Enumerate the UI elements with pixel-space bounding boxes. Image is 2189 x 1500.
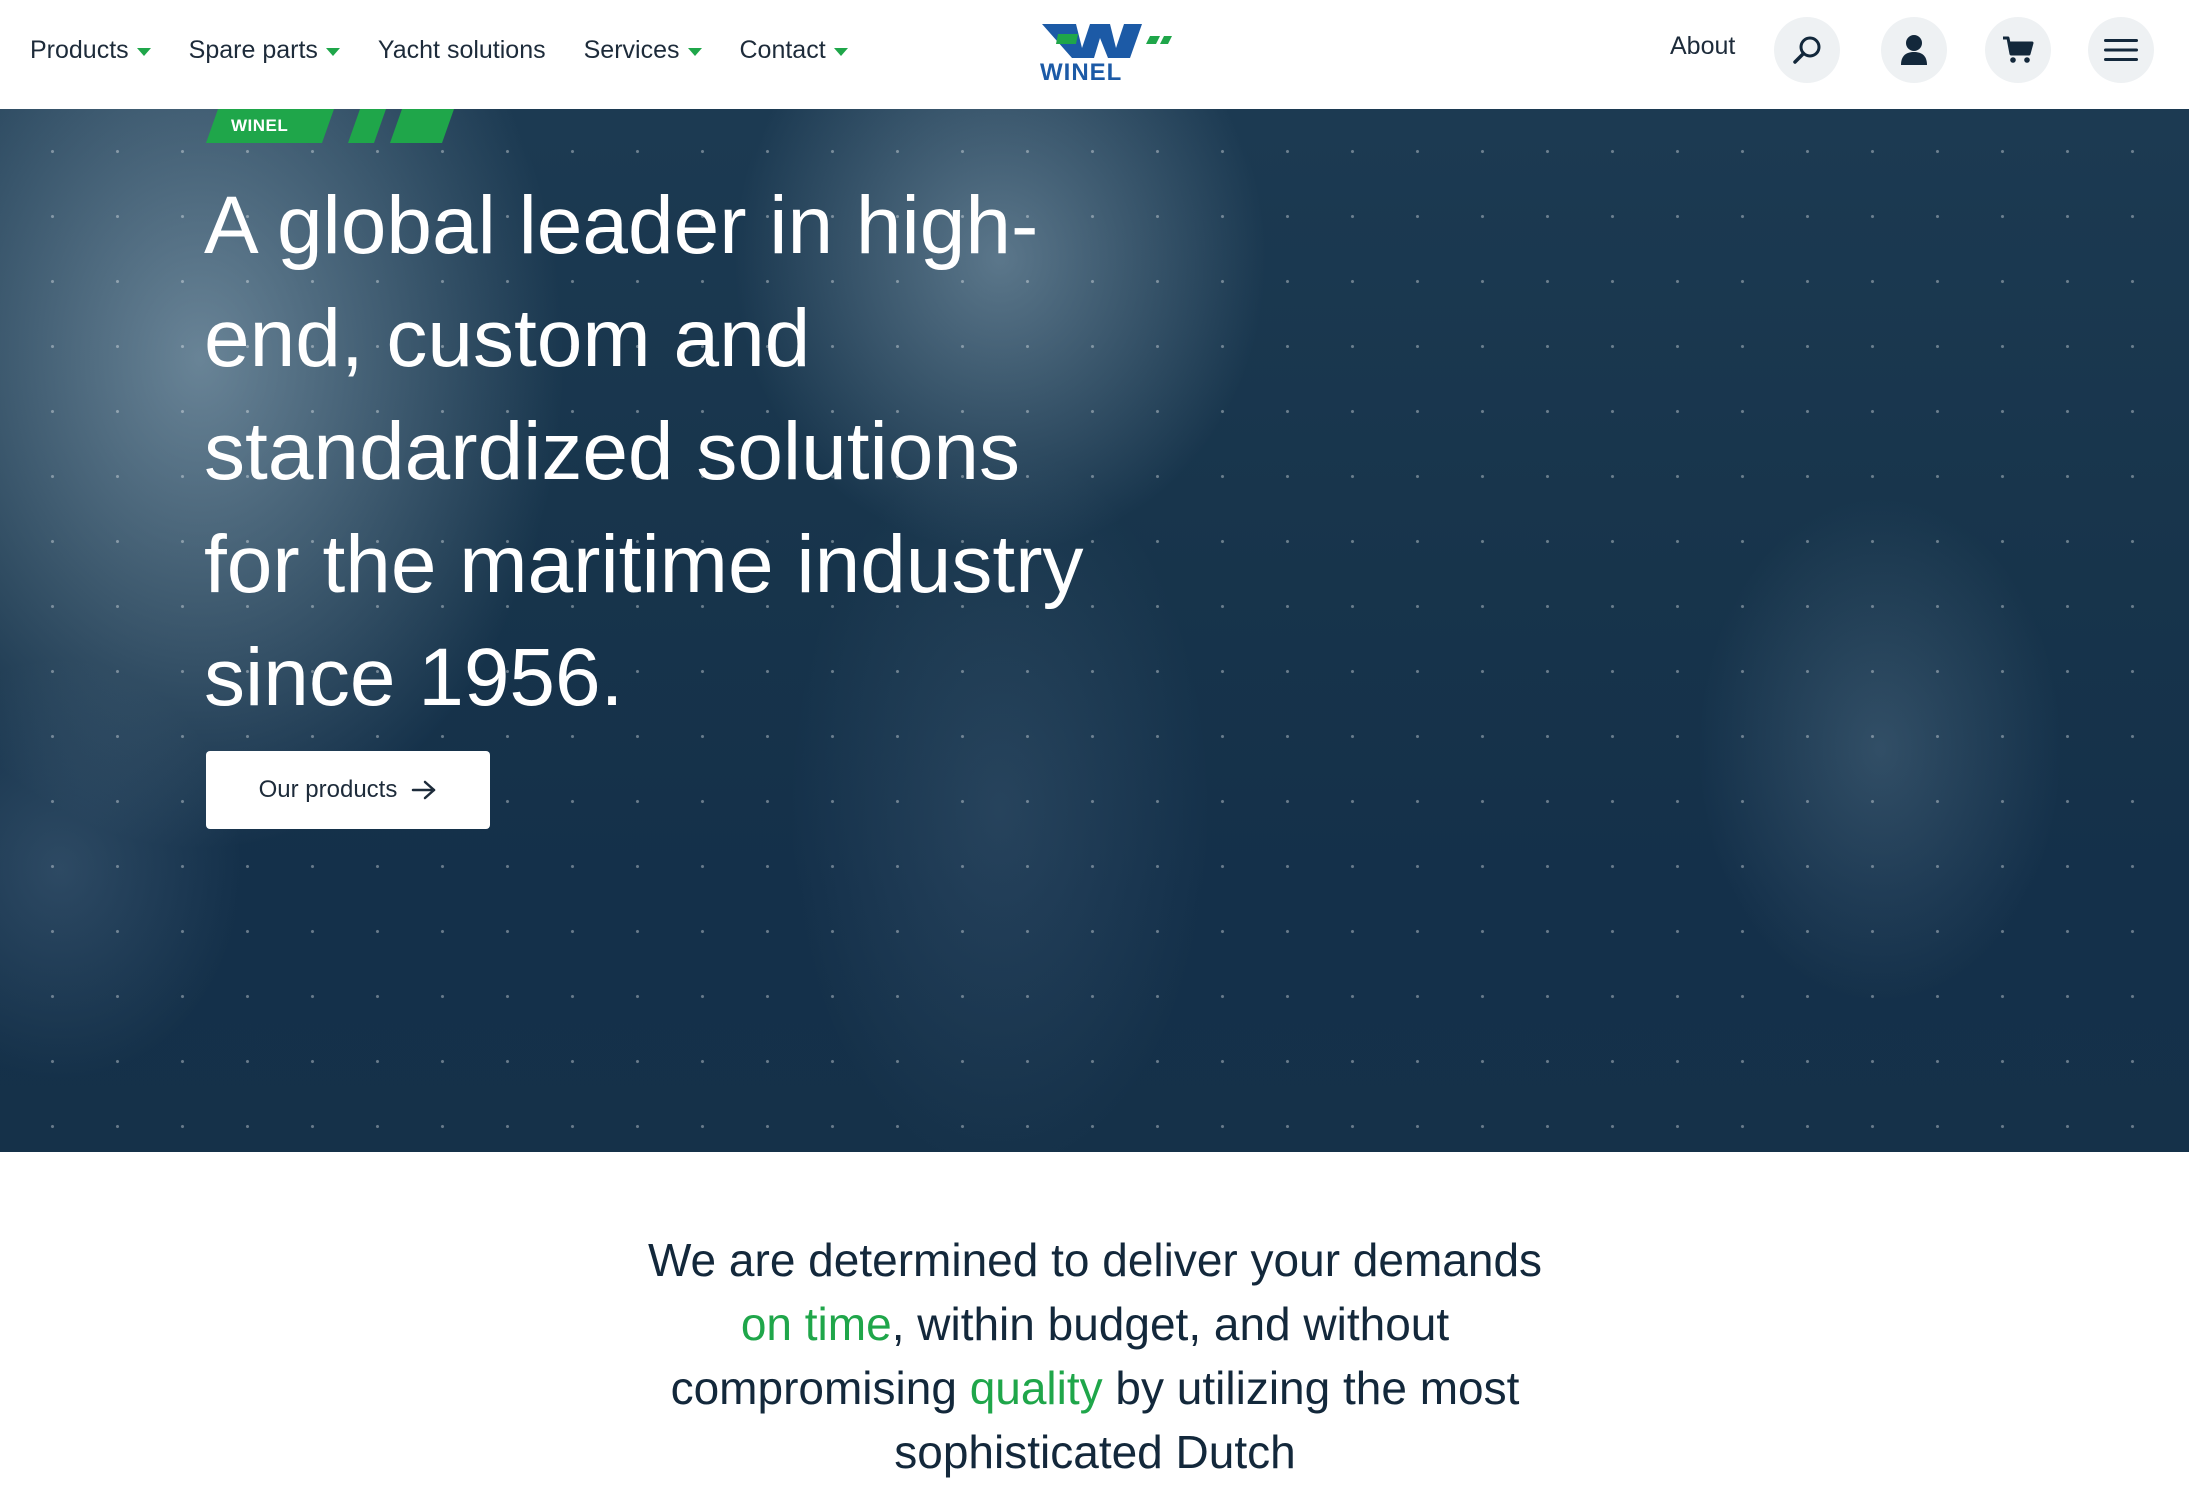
nav-item-label: Spare parts (188, 36, 318, 64)
user-icon (1901, 35, 1927, 65)
nav-item-spare-parts[interactable]: Spare parts (189, 36, 340, 65)
statement-highlight-quality: quality (969, 1362, 1103, 1414)
brand-tag-label: WINEL (231, 116, 289, 135)
arrow-right-icon (412, 780, 436, 800)
cart-button[interactable] (1985, 17, 2051, 83)
caret-down-icon (833, 47, 848, 56)
site-header: Products Spare parts Yacht solutions Ser… (0, 0, 2189, 109)
search-button[interactable] (1774, 17, 1840, 83)
nav-item-label: Services (583, 36, 680, 64)
hero-section: WINEL A global leader in high-end, custo… (0, 109, 2189, 1152)
hero-title: A global leader in high-end, custom and … (204, 180, 1084, 723)
nav-item-about[interactable]: About (1670, 32, 1735, 61)
menu-icon (2104, 39, 2138, 61)
statement-text: We are determined to deliver your demand… (647, 1234, 1543, 1286)
nav-item-contact[interactable]: Contact (740, 36, 848, 65)
nav-item-products[interactable]: Products (30, 36, 151, 65)
account-button[interactable] (1881, 17, 1947, 83)
our-products-button[interactable]: Our products (206, 751, 490, 829)
menu-button[interactable] (2088, 17, 2154, 83)
caret-down-icon (136, 47, 151, 56)
main-nav: Products Spare parts Yacht solutions Ser… (30, 0, 886, 101)
statement-highlight-on-time: on time (740, 1298, 892, 1350)
caret-down-icon (687, 47, 702, 56)
nav-item-label: Contact (739, 36, 826, 64)
nav-item-label: Yacht solutions (377, 36, 546, 64)
nav-item-services[interactable]: Services (584, 36, 702, 65)
search-icon (1793, 36, 1821, 64)
logo-text: WINEL (1040, 59, 1122, 82)
caret-down-icon (325, 47, 340, 56)
cart-icon (2003, 36, 2034, 63)
nav-item-yacht-solutions[interactable]: Yacht solutions (378, 36, 546, 65)
nav-item-label: Products (30, 36, 129, 64)
winel-logo[interactable]: WINEL (1038, 20, 1188, 82)
mission-statement: We are determined to deliver your demand… (640, 1228, 1550, 1484)
cta-label: Our products (258, 776, 398, 803)
